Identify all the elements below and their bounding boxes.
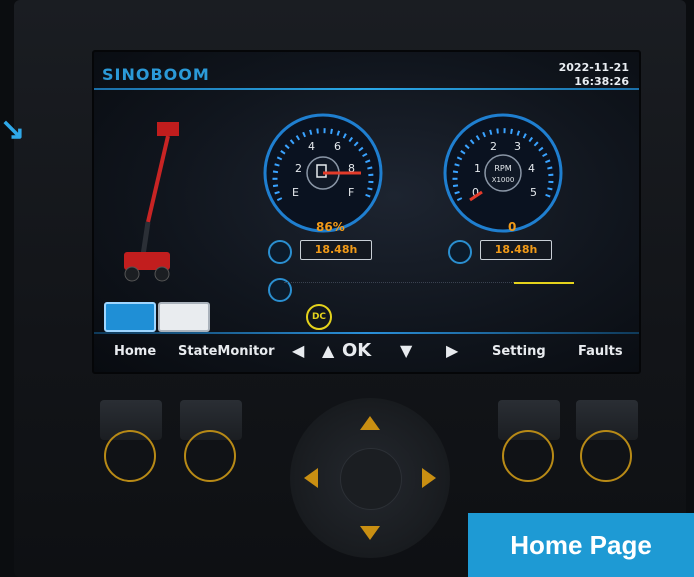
stopwatch-icon bbox=[448, 240, 472, 264]
key-ring-3 bbox=[502, 430, 554, 482]
softkey-ok[interactable]: OK bbox=[342, 340, 371, 361]
key-ring-4 bbox=[580, 430, 632, 482]
upper-boom bbox=[146, 135, 170, 223]
engine-hours-display: 18.48h bbox=[300, 240, 372, 260]
rpm-gauge: 0 1 2 3 4 5 RPM X1000 bbox=[443, 113, 563, 233]
rpm-tick-3: 3 bbox=[514, 140, 521, 153]
softkey-setting[interactable]: Setting bbox=[492, 344, 546, 359]
boom-lift-illustration bbox=[124, 122, 179, 282]
time-text: 16:38:26 bbox=[574, 75, 629, 88]
brand-logo: SINOBOOM bbox=[102, 65, 210, 84]
display-screen: SINOBOOM 2022-11-21 16:38:26 2 4 6 8 E F… bbox=[92, 50, 641, 374]
fuel-tick-4: 4 bbox=[308, 140, 315, 153]
fuel-tick-6: 6 bbox=[334, 140, 341, 153]
front-wheel bbox=[124, 266, 140, 282]
rpm-center-dial bbox=[484, 154, 522, 192]
rpm-tick-1: 1 bbox=[474, 162, 481, 175]
dc-indicator: DC bbox=[306, 304, 332, 330]
fuel-empty-label: E bbox=[292, 186, 299, 199]
fuel-tick-2: 2 bbox=[295, 162, 302, 175]
drive-mode-button[interactable] bbox=[104, 302, 156, 332]
home-page-caption: Home Page bbox=[468, 513, 694, 577]
load-level-indicator bbox=[514, 274, 574, 284]
lift-mode-button[interactable] bbox=[158, 302, 210, 332]
clock-icon bbox=[268, 240, 292, 264]
directional-pad[interactable] bbox=[290, 398, 450, 558]
fuel-full-label: F bbox=[348, 186, 354, 199]
runtime-hours-display: 18.48h bbox=[480, 240, 552, 260]
softkey-bar: Home StateMonitor ◀ ▲ OK ▼ ▶ Setting Fau… bbox=[94, 340, 639, 368]
dpad-center-button[interactable] bbox=[340, 448, 402, 510]
softkey-faults[interactable]: Faults bbox=[578, 344, 623, 359]
rpm-tick-5: 5 bbox=[530, 186, 537, 199]
dpad-up-icon[interactable] bbox=[360, 416, 380, 430]
rpm-tick-4: 4 bbox=[528, 162, 535, 175]
dpad-down-icon[interactable] bbox=[360, 526, 380, 540]
rpm-tick-2: 2 bbox=[490, 140, 497, 153]
datetime-display: 2022-11-21 16:38:26 bbox=[559, 61, 629, 89]
key-ring-1 bbox=[104, 430, 156, 482]
key-ring-2 bbox=[184, 430, 236, 482]
rpm-multiplier-label: X1000 bbox=[492, 176, 515, 184]
softkey-divider bbox=[94, 332, 639, 334]
header-divider bbox=[94, 88, 639, 90]
lift-basket bbox=[157, 122, 179, 136]
dpad-right-icon[interactable] bbox=[422, 468, 436, 488]
dpad-left-icon[interactable] bbox=[304, 468, 318, 488]
rpm-value-readout: 0 bbox=[508, 220, 517, 234]
rear-wheel bbox=[154, 266, 170, 282]
softkey-down[interactable]: ▼ bbox=[400, 341, 412, 360]
softkey-left[interactable]: ◀ bbox=[292, 341, 304, 360]
softkey-right[interactable]: ▶ bbox=[446, 341, 458, 360]
side-arrow-mark: ↘ bbox=[0, 113, 26, 146]
fuel-percent-readout: 86% bbox=[316, 220, 345, 234]
date-text: 2022-11-21 bbox=[558, 61, 629, 74]
softkey-state-monitor[interactable]: StateMonitor bbox=[178, 344, 275, 359]
softkey-up[interactable]: ▲ bbox=[322, 341, 334, 360]
rpm-unit-label: RPM bbox=[494, 164, 511, 173]
softkey-home[interactable]: Home bbox=[114, 344, 156, 359]
fuel-gauge: 2 4 6 8 E F bbox=[263, 113, 383, 233]
